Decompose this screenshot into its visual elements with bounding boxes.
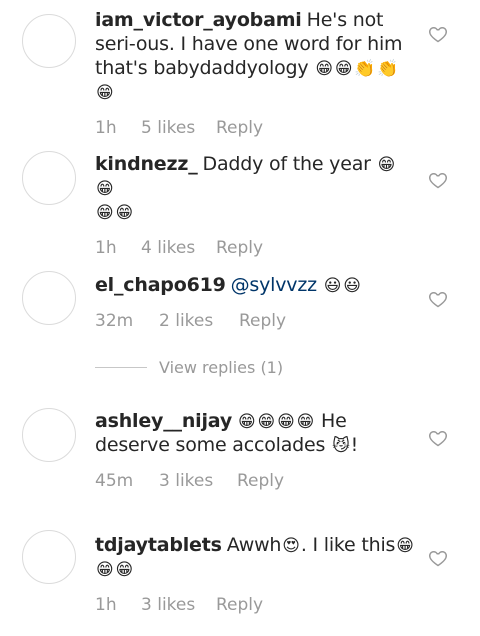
emoji: 😁: [115, 202, 134, 223]
emoji: 😍: [282, 535, 300, 556]
heart-outline-icon[interactable]: [428, 428, 448, 448]
avatar[interactable]: [22, 151, 76, 205]
emoji: 😁: [238, 411, 256, 432]
comment-body: tdjaytablets Awwh😍. I like this😁 😁 😁 1h 3 …: [95, 533, 415, 615]
comment-meta: 1h 4 likes Reply: [95, 238, 415, 258]
timestamp: 1h: [95, 595, 117, 615]
likes-count[interactable]: 4 likes: [141, 238, 216, 258]
reply-button[interactable]: Reply: [216, 595, 263, 615]
likes-count[interactable]: 3 likes: [141, 595, 216, 615]
timestamp: 45m: [95, 471, 134, 491]
likes-count[interactable]: 3 likes: [159, 471, 237, 491]
comment-message: Daddy of the year: [202, 153, 371, 175]
emoji: 😁: [334, 58, 353, 79]
emoji: 👏: [377, 58, 399, 79]
emoji: 😁: [96, 559, 114, 580]
timestamp: 32m: [95, 311, 134, 331]
comment-body: ashley__nijay 😁 😁 😁 😁 He deserve some accola…: [95, 409, 415, 491]
comment-body: kindnezz_ Daddy of the year 😁😁 😁 😁 1h 4 li…: [95, 152, 415, 258]
view-replies-label[interactable]: View replies (1): [159, 358, 283, 377]
emoji: 😁: [396, 535, 414, 556]
username[interactable]: kindnezz_: [95, 153, 198, 175]
username[interactable]: iam_victor_ayobami: [95, 9, 302, 31]
emoji: 😼: [332, 435, 350, 456]
heart-outline-icon[interactable]: [428, 24, 448, 44]
emoji: 😃: [323, 275, 342, 296]
comment-text: tdjaytablets Awwh😍. I like this😁 😁 😁: [95, 533, 415, 581]
heart-outline-icon[interactable]: [428, 289, 448, 309]
timestamp: 1h: [95, 118, 117, 138]
emoji: 😁: [96, 82, 114, 103]
heart-outline-icon[interactable]: [428, 548, 448, 568]
emoji: 😁: [315, 58, 333, 79]
emoji: 😃: [343, 275, 361, 296]
comment-text: kindnezz_ Daddy of the year 😁😁 😁 😁: [95, 152, 415, 224]
username[interactable]: el_chapo619: [95, 274, 226, 296]
comments-list: iam_victor_ayobami He's not seri-ous. I h…: [0, 0, 480, 636]
reply-button[interactable]: Reply: [239, 311, 286, 331]
comment-meta: 45m 3 likes Reply: [95, 471, 415, 491]
reply-button[interactable]: Reply: [216, 238, 263, 258]
comment-text: ashley__nijay 😁 😁 😁 😁 He deserve some accola…: [95, 409, 415, 457]
comment-message: Awwh: [226, 534, 282, 556]
likes-count[interactable]: 2 likes: [159, 311, 239, 331]
divider: [95, 367, 147, 368]
avatar[interactable]: [22, 408, 76, 462]
reply-button[interactable]: Reply: [216, 118, 263, 138]
emoji: 😁: [257, 411, 276, 432]
comment-body: iam_victor_ayobami He's not seri-ous. I h…: [95, 8, 415, 138]
avatar[interactable]: [22, 530, 76, 584]
emoji: 👏: [354, 58, 376, 79]
comment-meta: 1h 5 likes Reply: [95, 118, 415, 138]
username[interactable]: ashley__nijay: [95, 410, 232, 432]
emoji: 😁: [96, 178, 114, 199]
avatar[interactable]: [22, 14, 76, 68]
comment-meta: 1h 3 likes Reply: [95, 595, 415, 615]
comment-meta: 32m 2 likes Reply: [95, 311, 415, 331]
comment-message-tail: !: [350, 434, 359, 456]
emoji: 😁: [115, 559, 134, 580]
emoji: 😁: [277, 411, 295, 432]
comment-text: iam_victor_ayobami He's not seri-ous. I h…: [95, 8, 415, 104]
emoji: 😁: [96, 202, 114, 223]
comment-body: el_chapo619 @sylvvzz 😃 😃 32m 2 likes Reply: [95, 273, 415, 331]
avatar[interactable]: [22, 271, 76, 325]
reply-button[interactable]: Reply: [237, 471, 284, 491]
username[interactable]: tdjaytablets: [95, 534, 222, 556]
comment-message-tail: . I like this: [300, 534, 396, 556]
emoji: 😁: [296, 411, 315, 432]
likes-count[interactable]: 5 likes: [141, 118, 216, 138]
comment-text: el_chapo619 @sylvvzz 😃 😃: [95, 273, 415, 297]
timestamp: 1h: [95, 238, 117, 258]
mention-link[interactable]: @sylvvzz: [231, 274, 317, 296]
view-replies[interactable]: View replies (1): [95, 358, 283, 377]
emoji: 😁: [377, 154, 396, 175]
heart-outline-icon[interactable]: [428, 170, 448, 190]
